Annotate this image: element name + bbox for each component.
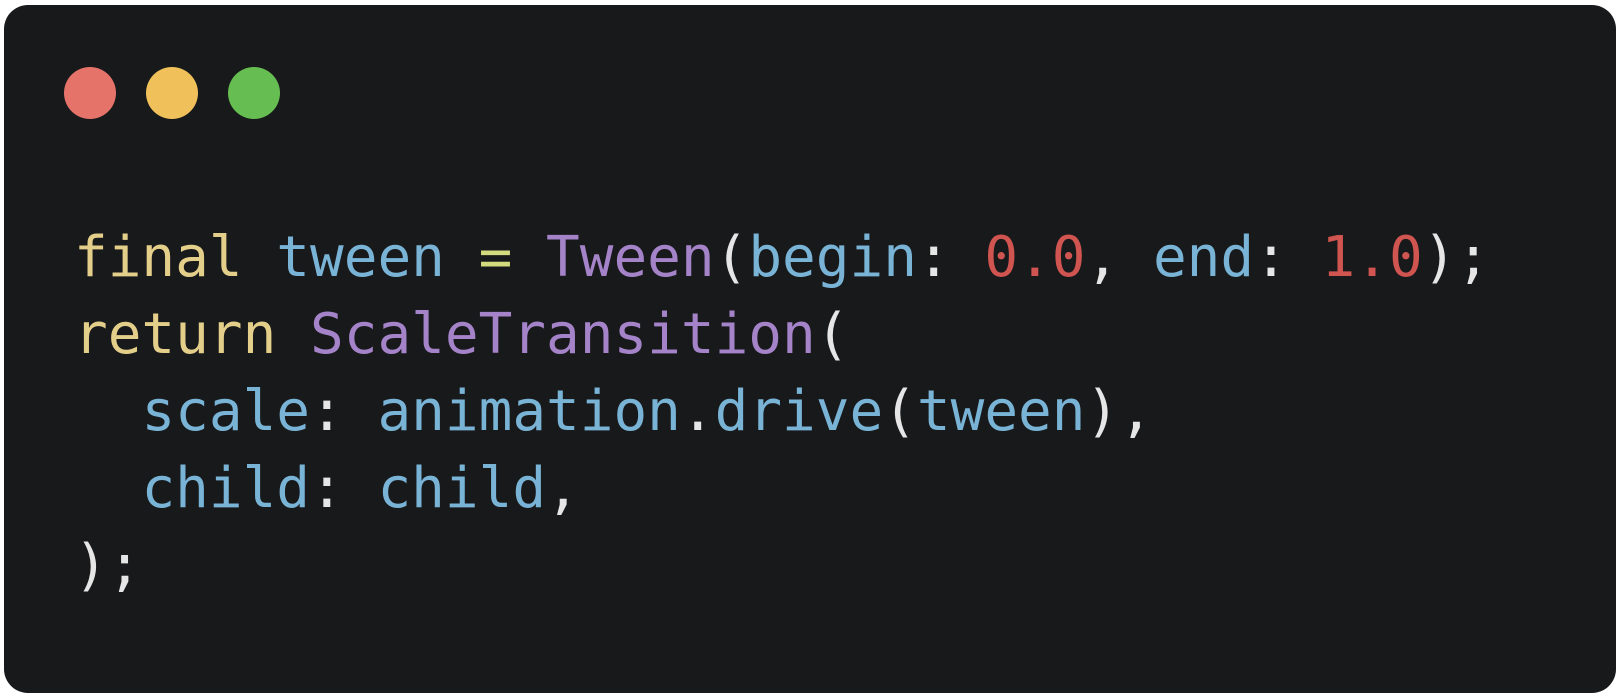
code-token-keyword: return — [74, 302, 277, 367]
code-token-operator: = — [478, 225, 513, 290]
code-block: final tween = Tween(begin: 0.0, end: 1.0… — [74, 219, 1490, 604]
code-token-class: ScaleTransition — [310, 302, 816, 367]
code-token-punctuation — [512, 225, 546, 290]
code-token-identifier: tween — [916, 379, 1086, 444]
code-token-punctuation: : — [310, 379, 378, 444]
code-token-punctuation: , — [1085, 225, 1153, 290]
code-token-punctuation: : — [916, 225, 985, 290]
code-token-identifier: end — [1152, 225, 1255, 290]
minimize-dot-icon[interactable] — [146, 67, 198, 119]
code-token-punctuation: ( — [883, 379, 917, 444]
code-token-identifier: tween — [276, 225, 445, 290]
code-token-punctuation: ); — [1422, 225, 1491, 290]
maximize-dot-icon[interactable] — [228, 67, 280, 119]
code-line: return ScaleTransition( — [74, 296, 1490, 373]
code-token-number: 0.0 — [984, 225, 1086, 290]
code-token-identifier: child — [141, 456, 311, 521]
code-token-punctuation: : — [1254, 225, 1322, 290]
code-token-identifier: scale — [141, 379, 311, 444]
code-token-punctuation — [445, 225, 479, 290]
code-token-punctuation — [74, 456, 141, 521]
code-line: ); — [74, 527, 1490, 604]
code-token-identifier: child — [377, 456, 547, 521]
code-token-identifier: begin — [748, 225, 917, 290]
close-dot-icon[interactable] — [64, 67, 116, 119]
code-token-keyword: final — [74, 225, 243, 290]
code-token-punctuation: . — [680, 379, 715, 444]
code-token-punctuation — [276, 302, 310, 367]
code-token-punctuation: ( — [714, 225, 749, 290]
code-token-punctuation: : — [310, 456, 378, 521]
code-token-punctuation: , — [546, 456, 580, 521]
code-token-punctuation: ); — [74, 533, 142, 598]
code-line: scale: animation.drive(tween), — [74, 373, 1490, 450]
code-token-class: Tween — [546, 225, 715, 290]
code-line: final tween = Tween(begin: 0.0, end: 1.0… — [74, 219, 1490, 296]
code-token-number: 1.0 — [1321, 225, 1423, 290]
code-token-punctuation: ( — [815, 302, 850, 367]
code-token-punctuation — [243, 225, 277, 290]
window-controls — [64, 67, 280, 119]
code-window: final tween = Tween(begin: 0.0, end: 1.0… — [4, 5, 1616, 693]
code-line: child: child, — [74, 450, 1490, 527]
code-token-punctuation — [74, 379, 141, 444]
code-token-punctuation: ), — [1085, 379, 1153, 444]
code-token-identifier: animation — [377, 379, 681, 444]
code-token-identifier: drive — [714, 379, 884, 444]
